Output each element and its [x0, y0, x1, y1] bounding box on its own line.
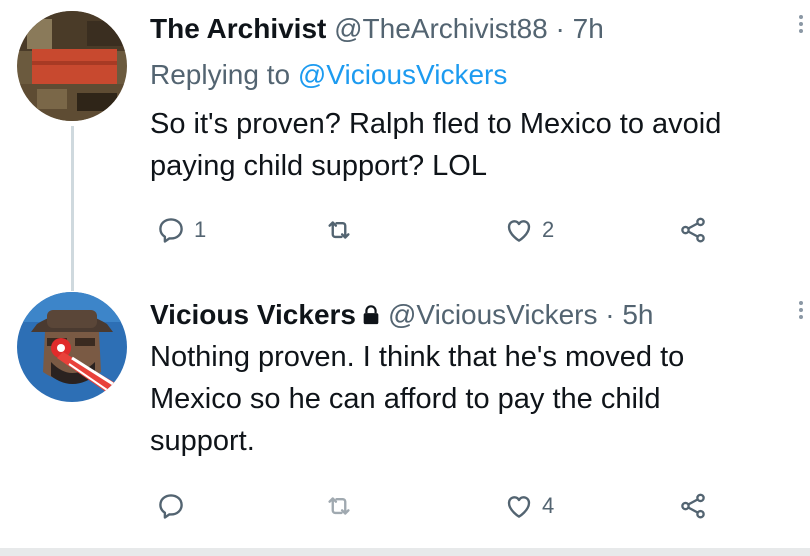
tweet-header: The Archivist @TheArchivist88 · 7h: [150, 12, 604, 46]
share-button[interactable]: [678, 486, 708, 526]
tweet-text-line: So it's proven? Ralph fled to Mexico to …: [150, 108, 722, 140]
reply-button[interactable]: 1: [156, 210, 206, 250]
reply-icon: [159, 218, 183, 243]
reply-icon: [159, 494, 183, 519]
tweet-text-line: Nothing proven. I think that he's moved …: [150, 341, 685, 373]
bottom-divider: [0, 548, 810, 556]
like-count: 4: [542, 493, 555, 518]
avatar-vicious-vickers[interactable]: [17, 292, 127, 402]
tweet-text-line: support.: [150, 425, 255, 457]
tweet-text-line: paying child support? LOL: [150, 150, 487, 182]
tweet-text-line: Mexico so he can afford to pay the child: [150, 383, 661, 415]
more-icon[interactable]: [796, 298, 806, 328]
share-icon: [681, 493, 705, 519]
timestamp[interactable]: 5h: [622, 299, 653, 330]
tweet-text: Nothing proven. I think that he's moved …: [150, 336, 810, 462]
tweet-actions: 1 2: [150, 210, 750, 250]
author-name[interactable]: The Archivist: [150, 13, 326, 44]
lock-icon: [363, 305, 379, 325]
tweet-text: So it's proven? Ralph fled to Mexico to …: [150, 103, 810, 187]
thread-connector-line: [71, 126, 74, 291]
separator-dot: ·: [555, 13, 565, 44]
author-handle[interactable]: @ViciousVickers: [388, 299, 597, 330]
tweet-header: Vicious Vickers @ViciousVickers · 5h: [150, 298, 654, 332]
timestamp[interactable]: 7h: [573, 13, 604, 44]
retweet-icon: [328, 497, 350, 515]
tweet-archivist[interactable]: The Archivist @TheArchivist88 · 7h Reply…: [0, 0, 810, 291]
replying-to: Replying to @ViciousVickers: [150, 58, 507, 92]
like-count: 2: [542, 217, 555, 242]
author-handle[interactable]: @TheArchivist88: [334, 13, 548, 44]
separator-dot: ·: [605, 299, 615, 330]
reply-button[interactable]: [156, 486, 194, 526]
share-button[interactable]: [678, 210, 708, 250]
like-button[interactable]: 2: [504, 210, 554, 250]
like-button[interactable]: 4: [504, 486, 554, 526]
retweet-button[interactable]: [324, 486, 362, 526]
tweet-actions: 4: [150, 486, 750, 526]
avatar-the-archivist[interactable]: [17, 11, 127, 121]
heart-icon: [507, 220, 531, 242]
tweet-vicious-vickers[interactable]: Vicious Vickers @ViciousVickers · 5h Noth…: [0, 290, 810, 548]
replying-to-link[interactable]: @ViciousVickers: [298, 59, 507, 90]
heart-icon: [507, 496, 531, 518]
share-icon: [681, 217, 705, 243]
reply-count: 1: [194, 217, 207, 242]
retweet-icon: [328, 221, 350, 239]
retweet-button[interactable]: [324, 210, 362, 250]
more-icon[interactable]: [796, 12, 806, 42]
author-name[interactable]: Vicious Vickers: [150, 299, 356, 330]
replying-prefix: Replying to: [150, 59, 291, 90]
